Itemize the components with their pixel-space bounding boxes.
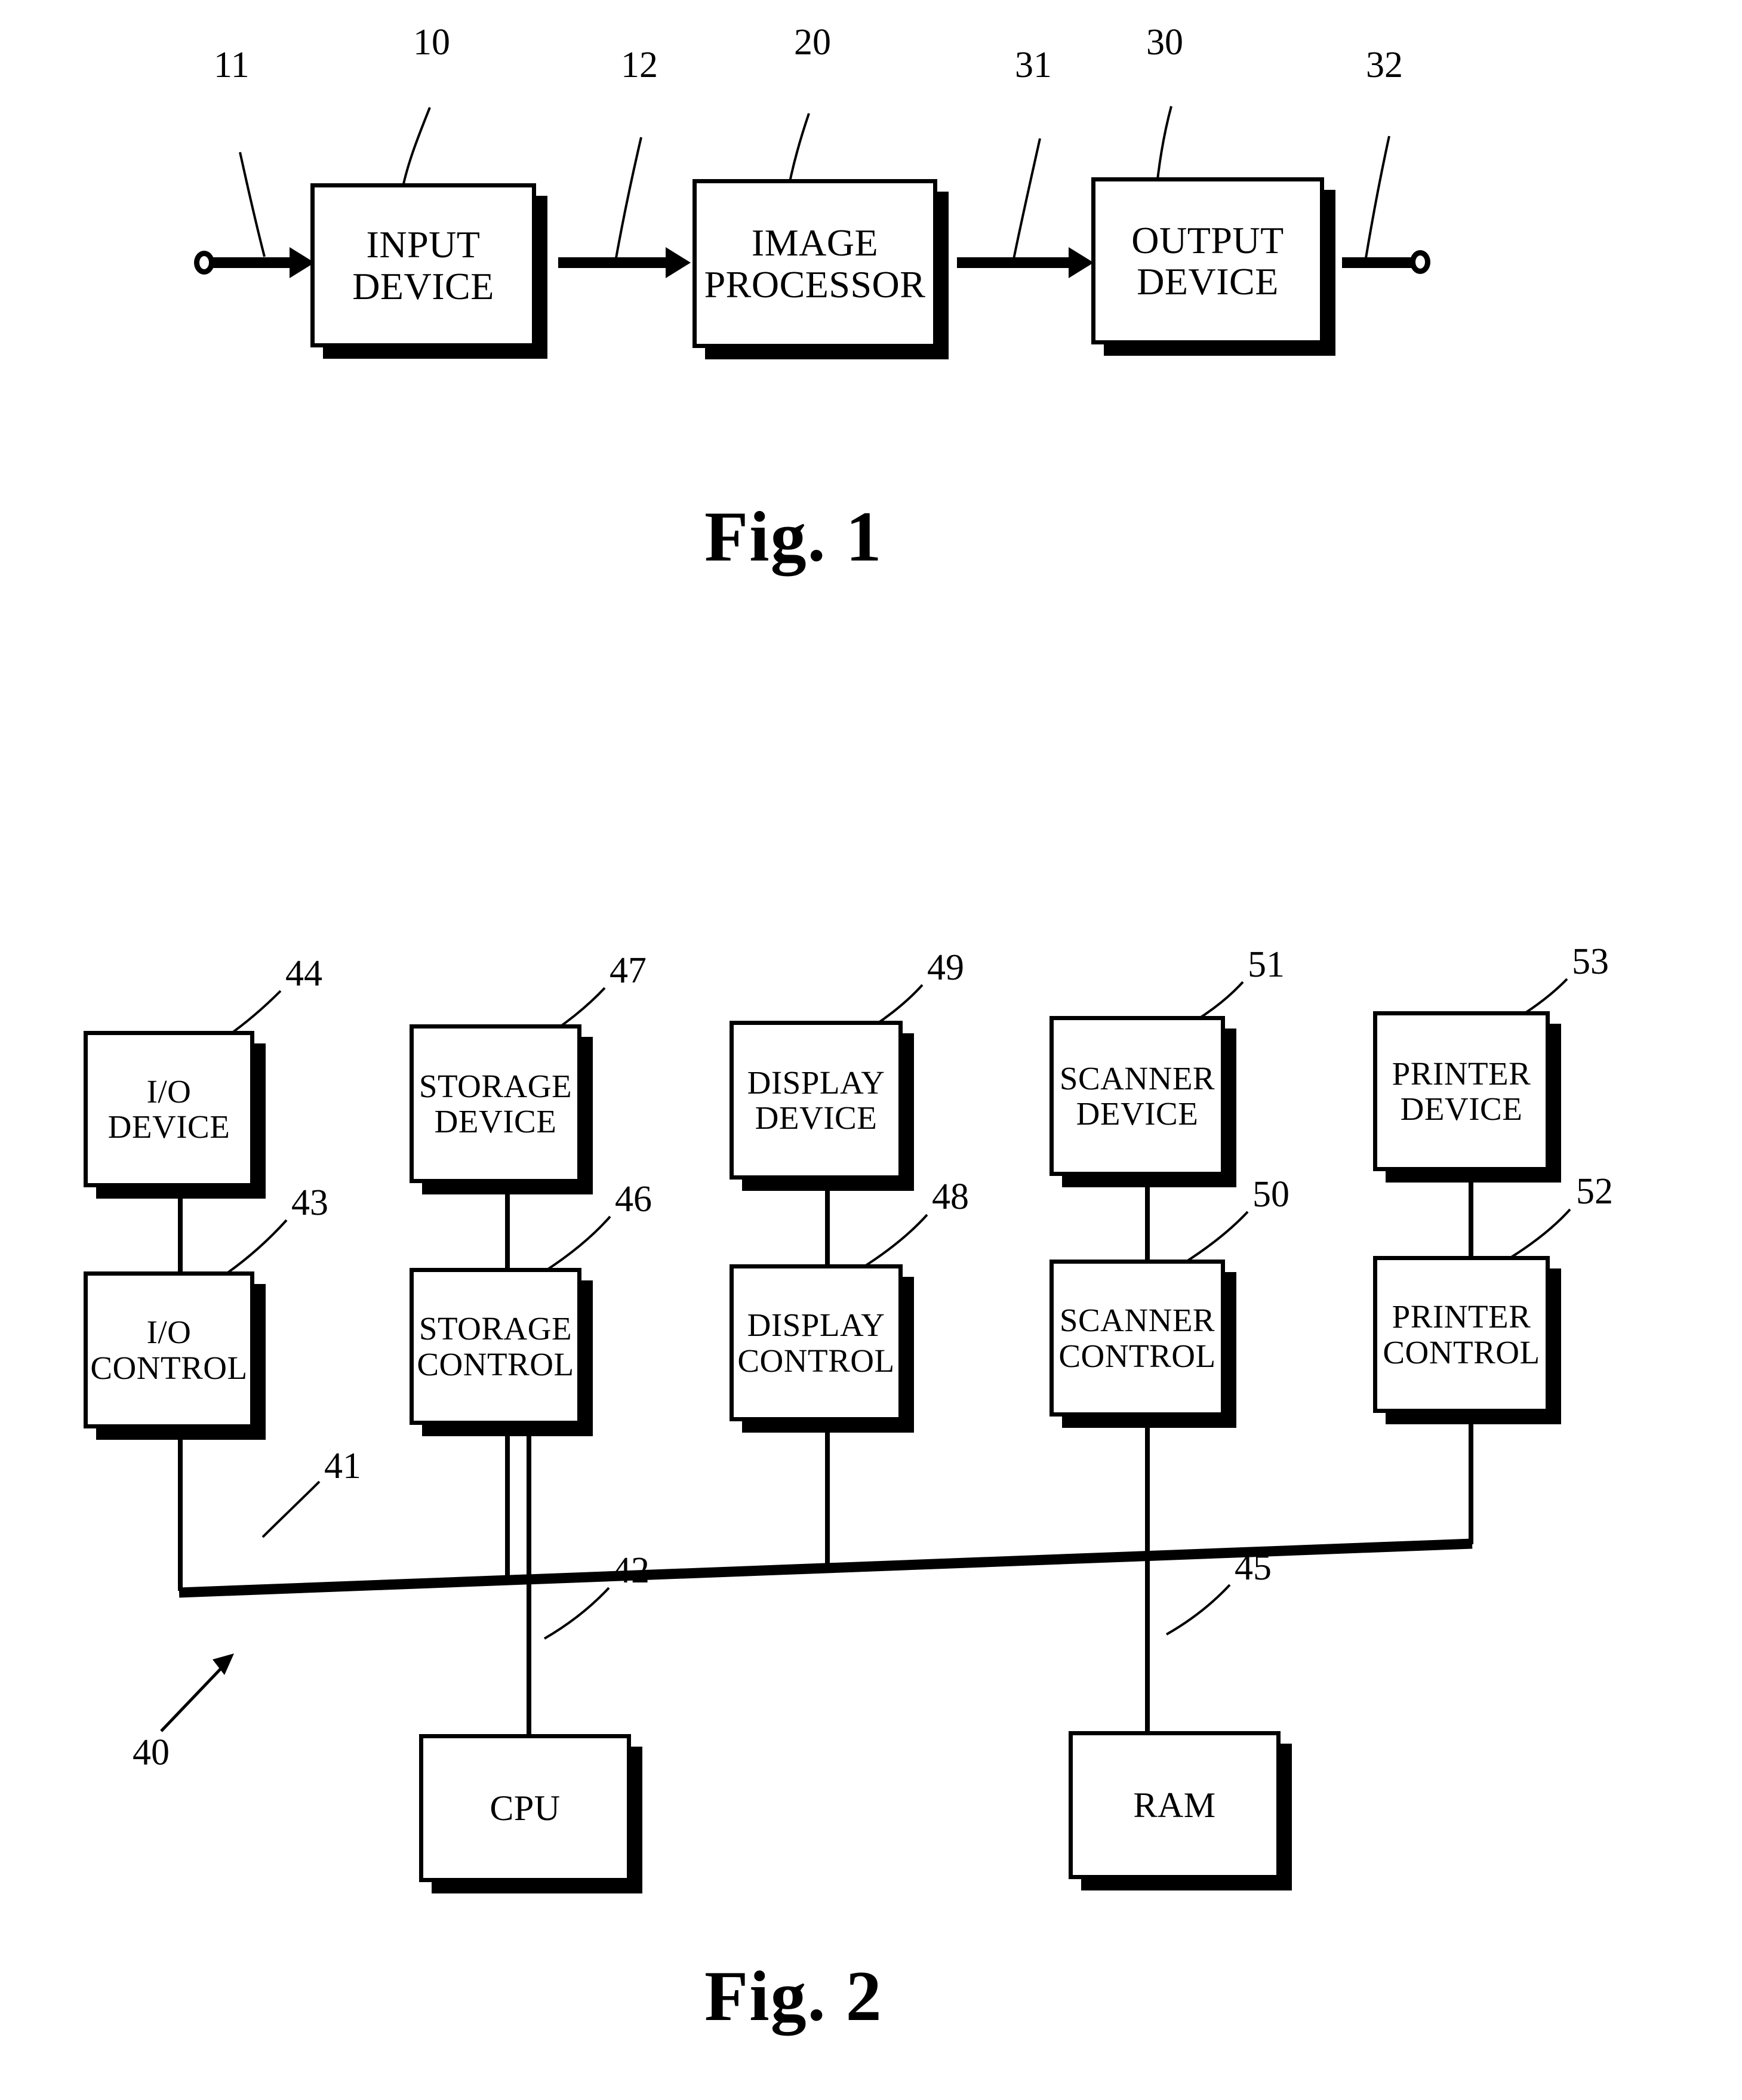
input-to-processor-arrow-head bbox=[666, 247, 691, 278]
ref-numeral-53: 53 bbox=[1572, 941, 1609, 982]
input-device-label-line1: INPUT bbox=[366, 223, 481, 266]
storage-device-label-line1: STORAGE bbox=[418, 1067, 573, 1104]
figure2-block-ram: RAM bbox=[1069, 1731, 1281, 1879]
output-device-label-line2: DEVICE bbox=[1137, 260, 1279, 303]
image-processor-label-line2: PROCESSOR bbox=[704, 263, 926, 306]
figure1-block-image-processor: IMAGE PROCESSOR bbox=[693, 179, 937, 348]
output-device-label-line1: OUTPUT bbox=[1131, 218, 1284, 261]
ref-numeral-10: 10 bbox=[413, 22, 450, 63]
ref-numeral-46: 46 bbox=[615, 1179, 652, 1220]
storage-control-label-line2: CONTROL bbox=[417, 1345, 574, 1382]
image-processor-label-line1: IMAGE bbox=[751, 221, 879, 264]
display-device-to-control-link bbox=[825, 1180, 830, 1274]
ref-numeral-32: 32 bbox=[1366, 45, 1403, 85]
printer-device-to-control-link bbox=[1469, 1171, 1473, 1265]
scanner-control-label-line1: SCANNER bbox=[1059, 1302, 1215, 1339]
ref-numeral-31: 31 bbox=[1015, 45, 1052, 85]
printer-control-label-line1: PRINTER bbox=[1392, 1298, 1531, 1335]
ref-numeral-51: 51 bbox=[1248, 944, 1285, 985]
processor-to-output-arrow-head bbox=[1069, 247, 1094, 278]
ref-numeral-42: 42 bbox=[613, 1550, 650, 1591]
input-device-label-line2: DEVICE bbox=[352, 264, 494, 307]
ref-numeral-48: 48 bbox=[932, 1177, 969, 1217]
scanner-device-label-line1: SCANNER bbox=[1059, 1060, 1215, 1097]
output-terminal-node bbox=[1410, 250, 1430, 274]
figure1-block-output-device: OUTPUT DEVICE bbox=[1091, 177, 1324, 344]
display-control-label-line2: CONTROL bbox=[737, 1342, 895, 1379]
ref-numeral-40: 40 bbox=[133, 1732, 170, 1773]
scanner-device-label-line2: DEVICE bbox=[1076, 1095, 1199, 1132]
figure2-block-storage-control: STORAGE CONTROL bbox=[410, 1268, 581, 1425]
storage-control-label-line1: STORAGE bbox=[418, 1310, 573, 1347]
figure2-block-scanner-device: SCANNER DEVICE bbox=[1049, 1016, 1225, 1176]
figure2-block-io-control: I/O CONTROL bbox=[84, 1271, 254, 1428]
io-device-label-line1: I/O bbox=[146, 1073, 192, 1110]
printer-device-label-line2: DEVICE bbox=[1400, 1091, 1523, 1127]
figure2-block-printer-device: PRINTER DEVICE bbox=[1373, 1011, 1550, 1171]
input-terminal-node bbox=[194, 251, 214, 275]
io-device-to-control-link bbox=[178, 1187, 183, 1282]
display-device-label-line2: DEVICE bbox=[755, 1100, 878, 1136]
output-signal-line bbox=[1342, 257, 1414, 268]
figure2-block-io-device: I/O DEVICE bbox=[84, 1031, 254, 1187]
figure2-block-printer-control: PRINTER CONTROL bbox=[1373, 1256, 1550, 1413]
io-device-label-line2: DEVICE bbox=[107, 1108, 230, 1145]
scanner-device-to-control-link bbox=[1145, 1176, 1150, 1270]
ref-numeral-45: 45 bbox=[1235, 1547, 1272, 1588]
ref-numeral-30: 30 bbox=[1146, 22, 1183, 63]
printer-control-label-line2: CONTROL bbox=[1383, 1334, 1540, 1371]
display-control-label-line1: DISPLAY bbox=[747, 1307, 885, 1344]
ram-label: RAM bbox=[1133, 1785, 1216, 1825]
figure2-block-storage-device: STORAGE DEVICE bbox=[410, 1024, 581, 1183]
figure2-block-cpu: CPU bbox=[419, 1734, 631, 1882]
ref-numeral-12: 12 bbox=[621, 45, 658, 85]
storage-device-label-line2: DEVICE bbox=[434, 1103, 557, 1140]
ref-numeral-52: 52 bbox=[1576, 1171, 1613, 1212]
ref-numeral-50: 50 bbox=[1252, 1174, 1289, 1215]
input-to-processor-line bbox=[558, 257, 669, 268]
cpu-label: CPU bbox=[490, 1788, 561, 1828]
figure-2-caption: Fig. 2 bbox=[704, 1956, 883, 2036]
ref-numeral-41: 41 bbox=[324, 1446, 361, 1486]
figure1-block-input-device: INPUT DEVICE bbox=[310, 183, 536, 347]
ref-numeral-20: 20 bbox=[794, 22, 831, 63]
ref-numeral-11: 11 bbox=[214, 45, 250, 85]
figure2-block-display-device: DISPLAY DEVICE bbox=[730, 1021, 903, 1180]
ref-numeral-43: 43 bbox=[291, 1183, 328, 1223]
storage-device-to-control-link bbox=[505, 1183, 510, 1277]
display-device-label-line1: DISPLAY bbox=[747, 1064, 885, 1101]
ref-numeral-44: 44 bbox=[285, 953, 322, 994]
ref-numeral-47: 47 bbox=[610, 950, 647, 991]
io-control-label-line1: I/O bbox=[146, 1314, 192, 1351]
ref-numeral-49: 49 bbox=[927, 947, 964, 988]
figure-1-caption: Fig. 1 bbox=[704, 497, 883, 576]
input-signal-line bbox=[213, 257, 292, 268]
printer-device-label-line1: PRINTER bbox=[1392, 1055, 1531, 1092]
patent-drawing-sheet: 11 10 12 20 31 30 32 INPUT DEVICE IMAGE … bbox=[0, 0, 1742, 2100]
io-control-label-line2: CONTROL bbox=[90, 1349, 248, 1386]
scanner-control-label-line2: CONTROL bbox=[1058, 1337, 1216, 1374]
processor-to-output-line bbox=[957, 257, 1070, 268]
figure2-block-scanner-control: SCANNER CONTROL bbox=[1049, 1260, 1225, 1417]
figure2-block-display-control: DISPLAY CONTROL bbox=[730, 1264, 903, 1421]
